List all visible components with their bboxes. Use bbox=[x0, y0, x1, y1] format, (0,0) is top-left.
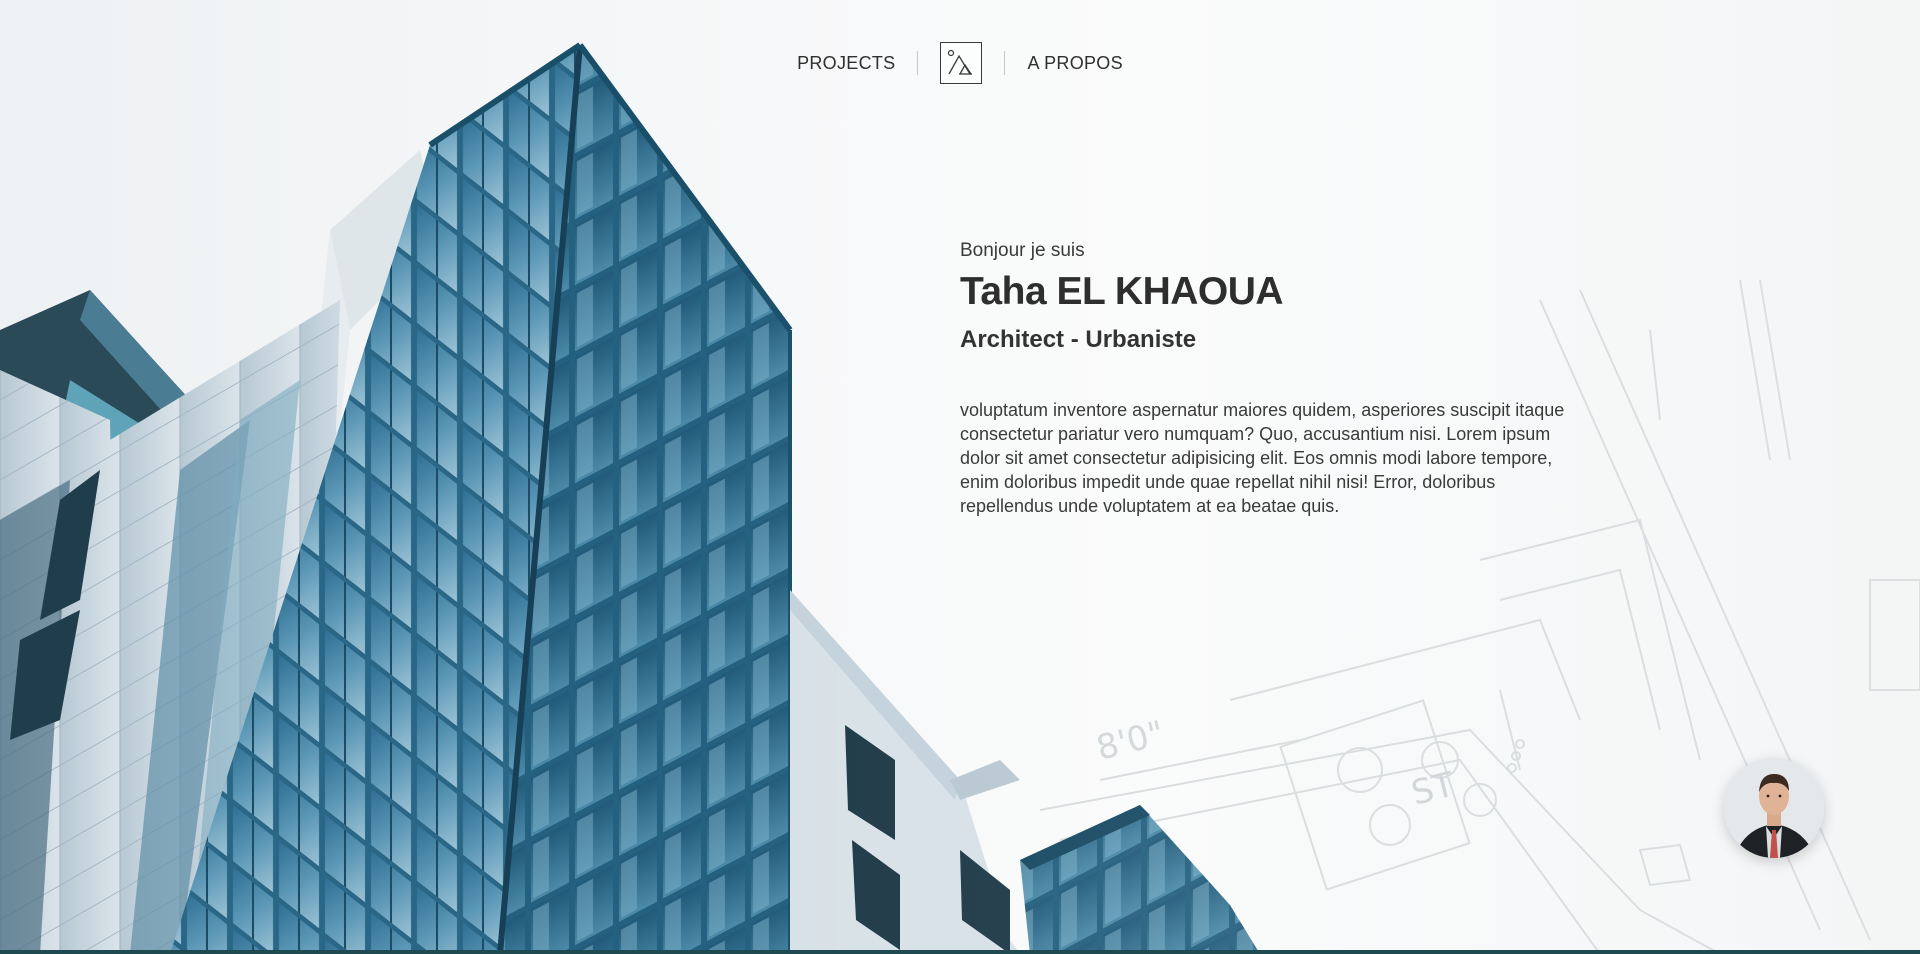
mountain-logo-icon bbox=[948, 49, 973, 75]
nav-link-about[interactable]: A PROPOS bbox=[1027, 53, 1122, 74]
logo-button[interactable] bbox=[940, 42, 983, 84]
nav-link-projects[interactable]: PROJECTS bbox=[797, 53, 895, 74]
avatar-portrait bbox=[1724, 758, 1824, 858]
nav-divider-left bbox=[917, 51, 919, 75]
top-navigation: PROJECTS A PROPOS bbox=[0, 40, 1920, 86]
hero-greeting: Bonjour je suis bbox=[960, 240, 1085, 261]
hero-bio: voluptatum inventore aspernatur maiores … bbox=[960, 400, 1565, 516]
hero-role: Architect - Urbaniste bbox=[960, 326, 1197, 353]
avatar[interactable] bbox=[1724, 758, 1824, 858]
hero-intro: Bonjour je suis Taha EL KHAOUA Architect… bbox=[960, 240, 1600, 518]
hero-name: Taha EL KHAOUA bbox=[960, 270, 1284, 313]
hero-page: 8'0" ST PROJECTS A PROPOS Bonjour je sui… bbox=[0, 0, 1920, 954]
nav-bar: PROJECTS A PROPOS bbox=[797, 42, 1123, 84]
nav-divider-right bbox=[1004, 51, 1006, 75]
bottom-accent-bar bbox=[0, 950, 1920, 954]
